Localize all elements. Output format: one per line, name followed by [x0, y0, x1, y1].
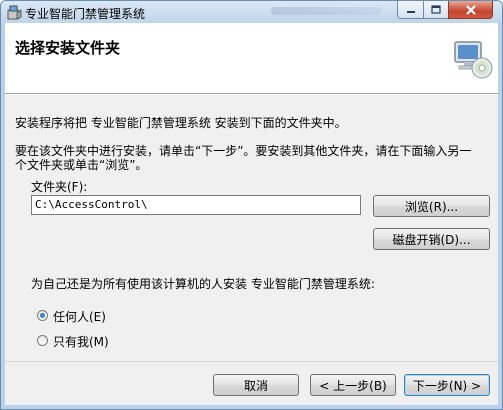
close-button[interactable]	[448, 1, 493, 19]
option-everyone-label[interactable]: 任何人(E)	[53, 308, 106, 325]
window-title: 专业智能门禁管理系统	[25, 7, 146, 21]
radio-just-me[interactable]	[37, 335, 48, 346]
radio-everyone[interactable]	[37, 310, 48, 321]
header-banner: 选择安装文件夹	[5, 23, 498, 94]
page-title: 选择安装文件夹	[15, 39, 121, 57]
minimize-button[interactable]	[397, 1, 424, 19]
option-just-me-label[interactable]: 只有我(M)	[53, 333, 109, 350]
computer-cd-icon	[454, 41, 493, 79]
close-icon	[465, 4, 476, 15]
install-for-question: 为自己还是为所有使用该计算机的人安装 专业智能门禁管理系统:	[31, 277, 375, 291]
intro-text: 安装程序将把 专业智能门禁管理系统 安装到下面的文件夹中。	[15, 116, 347, 130]
disk-cost-button[interactable]: 磁盘开销(D)...	[373, 228, 490, 250]
minimize-icon	[406, 10, 415, 13]
maximize-button[interactable]	[423, 1, 449, 19]
header-divider	[5, 94, 498, 95]
dialog-client-area: 选择安装文件夹 安装程序将把 专业智能门禁管理系统 安装到下面的文件夹中。 要在…	[5, 23, 498, 405]
radio-selected-dot	[40, 313, 45, 318]
footer-divider	[5, 361, 498, 362]
maximize-icon	[431, 5, 441, 14]
installer-window: 专业智能门禁管理系统 选择安装文件夹 安装程序将把 专业智能门禁管理系统 安装到…	[0, 0, 503, 410]
cancel-button[interactable]: 取消	[213, 374, 299, 396]
folder-path-input[interactable]: C:\AccessControl\	[31, 195, 361, 215]
blurred-background-text	[271, 7, 381, 15]
instruction-line-2: 个文件夹或单击“浏览”。	[15, 158, 148, 172]
browse-button[interactable]: 浏览(R)...	[373, 195, 490, 217]
next-button[interactable]: 下一步(N) >	[404, 374, 490, 396]
title-bar[interactable]: 专业智能门禁管理系统	[1, 1, 502, 23]
back-button[interactable]: < 上一步(B)	[310, 374, 396, 396]
installer-app-icon	[7, 5, 22, 20]
folder-label: 文件夹(F):	[31, 180, 88, 194]
